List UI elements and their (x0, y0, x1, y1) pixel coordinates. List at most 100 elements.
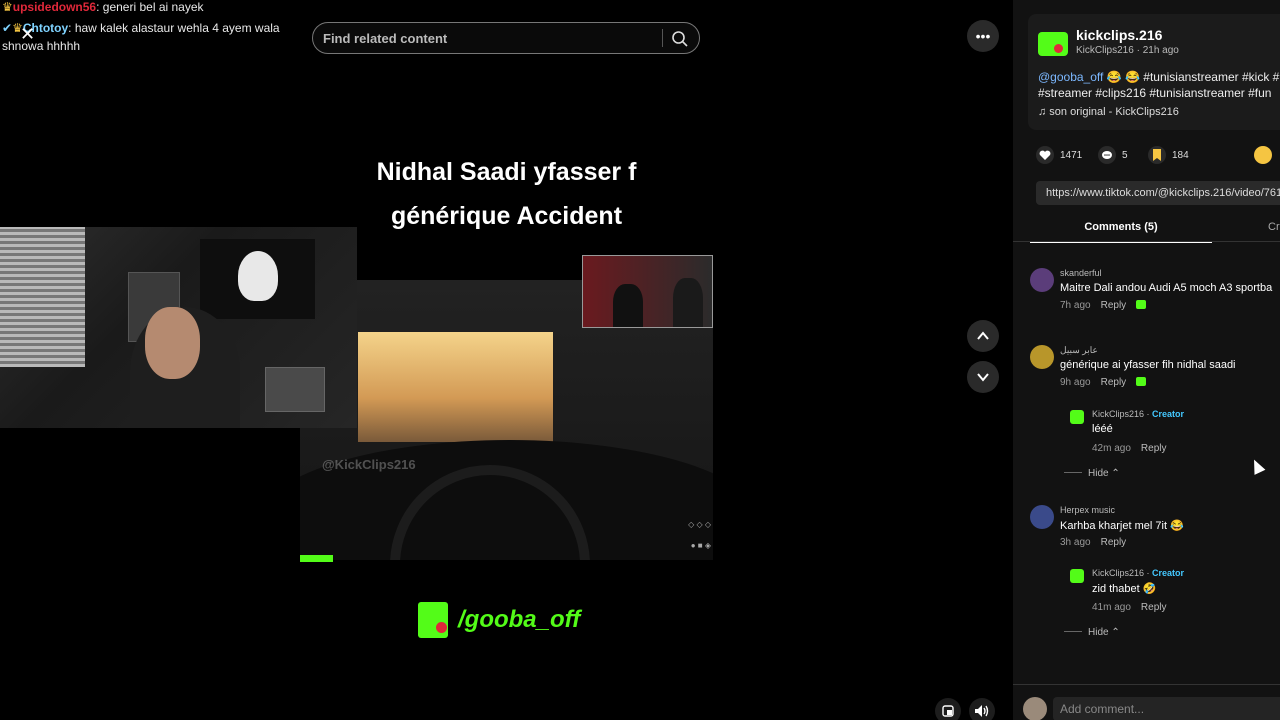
avatar[interactable] (1030, 345, 1054, 369)
comment-text: zid thabet 🤣 (1092, 583, 1157, 595)
person-silhouette (613, 284, 643, 327)
chat-text: : generi bel ai nayek (96, 0, 204, 14)
divider (1064, 631, 1082, 632)
picture-in-picture-icon (942, 705, 954, 717)
verified-icon: ✔ (2, 21, 13, 35)
hide-label: Hide ⌃ (1088, 627, 1120, 638)
streamer-face (145, 307, 200, 379)
pip-button[interactable] (935, 698, 961, 720)
post-username[interactable]: kickclips.216 (1076, 27, 1162, 43)
post-info-card: kickclips.216 KickClips216 · 21h ago @go… (1028, 14, 1280, 130)
avatar (1023, 697, 1047, 720)
comment-author[interactable]: KickClips216 · Creator (1092, 409, 1184, 419)
comment-meta: 41m ago Reply (1092, 602, 1167, 613)
kick-badge-icon (1136, 377, 1147, 386)
tab-creator-videos[interactable]: Cr (1268, 215, 1280, 239)
comment-text: générique ai yfasser fih nidhal saadi (1060, 359, 1236, 371)
hide-replies-button[interactable]: Hide ⌃ (1064, 627, 1120, 638)
more-options-button[interactable]: ••• (967, 20, 999, 52)
next-video-button[interactable] (967, 361, 999, 393)
comment-count: 5 (1122, 149, 1128, 161)
search-divider (662, 29, 663, 47)
volume-icon (975, 705, 989, 717)
chat-text: : haw kalek alastaur wehla 4 ayem wala (68, 21, 280, 35)
comment-time: 7h ago (1060, 300, 1091, 311)
comment-meta: 42m ago Reply (1092, 443, 1167, 454)
person-silhouette (673, 278, 703, 327)
comment-time: 42m ago (1092, 443, 1131, 454)
search-icon[interactable] (671, 30, 689, 48)
reply-button[interactable]: Reply (1101, 377, 1127, 388)
author-name: KickClips216 (1092, 568, 1145, 578)
video-overlay-icons: ◇ ◇ ◇ (688, 520, 711, 529)
comment-author[interactable]: KickClips216 · Creator (1092, 568, 1184, 578)
equipment-box (265, 367, 325, 412)
save-button[interactable]: 184 (1148, 146, 1189, 164)
kick-logo-icon (1038, 32, 1068, 56)
comment-time: 41m ago (1092, 602, 1131, 613)
panel-tabs: Comments (5) Cr (1030, 215, 1280, 243)
caption-line: Nidhal Saadi yfasser f (376, 158, 637, 186)
comment-button[interactable]: 5 (1098, 146, 1128, 164)
chat-text: shnowa hhhhh (2, 39, 81, 53)
kick-logo-icon[interactable] (1070, 410, 1084, 424)
copy-link-field[interactable]: https://www.tiktok.com/@kickclips.216/vi… (1036, 181, 1280, 205)
hide-replies-button[interactable]: Hide ⌃ (1064, 468, 1120, 479)
post-meta: KickClips216 · 21h ago (1076, 45, 1179, 56)
hashtag-list[interactable]: #tunisianstreamer #kick # (1143, 70, 1279, 84)
add-comment-bar (1013, 684, 1280, 720)
related-search (312, 22, 700, 54)
comment-time: 9h ago (1060, 377, 1091, 388)
like-count: 1471 (1060, 149, 1083, 161)
comment-author[interactable]: Herpex music (1060, 505, 1115, 515)
engagement-stats: 1471 5 184 (1036, 146, 1280, 166)
video-overlay-icons: ● ■ ◈ (690, 541, 711, 550)
reply-button[interactable]: Reply (1141, 602, 1167, 613)
car-windshield-view (358, 332, 553, 442)
window-blinds (0, 227, 85, 367)
music-link[interactable]: ♫ son original - KickClips216 (1038, 106, 1179, 118)
reply-button[interactable]: Reply (1101, 537, 1127, 548)
avatar[interactable] (1030, 268, 1054, 292)
kick-brand: /gooba_off (418, 600, 580, 640)
comment-meta: 7h ago Reply (1060, 300, 1147, 311)
hashtag-list[interactable]: #streamer #clips216 #tunisianstreamer #f… (1038, 86, 1271, 100)
chevron-up-icon (977, 331, 989, 340)
close-icon[interactable]: ✕ (20, 24, 35, 45)
author-name: KickClips216 (1092, 409, 1145, 419)
hide-label: Hide ⌃ (1088, 468, 1120, 479)
chat-message: ♛upsidedown56: generi bel ai nayek (2, 0, 204, 16)
mention-link[interactable]: @gooba_off (1038, 70, 1103, 84)
comment-author[interactable]: skanderful (1060, 268, 1102, 278)
volume-button[interactable] (969, 698, 995, 720)
comment-input[interactable] (1053, 697, 1280, 720)
like-button[interactable]: 1471 (1036, 146, 1082, 164)
webcam-feed (0, 227, 357, 428)
chat-username[interactable]: upsidedown56 (13, 0, 96, 14)
comment-text: lééé (1092, 423, 1113, 435)
share-button[interactable] (1254, 146, 1278, 164)
crown-icon: ♛ (2, 0, 13, 14)
tab-comments[interactable]: Comments (5) (1030, 215, 1212, 243)
kick-logo-icon (418, 602, 448, 638)
chat-message: ✔♛Chtotoy: haw kalek alastaur wehla 4 ay… (2, 19, 280, 55)
reply-button[interactable]: Reply (1141, 443, 1167, 454)
previous-video-button[interactable] (967, 320, 999, 352)
comment-text: Maitre Dali andou Audi A5 moch A3 sportb… (1060, 282, 1273, 294)
chevron-down-icon (977, 373, 989, 382)
video-player[interactable]: Nidhal Saadi yfasser f générique Acciden… (300, 0, 713, 720)
tab-divider (1013, 241, 1280, 242)
kick-badge-icon (1136, 300, 1147, 309)
bookmark-icon (1148, 146, 1166, 164)
comment-meta: 3h ago Reply (1060, 537, 1126, 548)
video-progress-bar[interactable] (300, 555, 334, 562)
save-count: 184 (1172, 149, 1189, 161)
reply-button[interactable]: Reply (1101, 300, 1127, 311)
kick-logo-icon[interactable] (1070, 569, 1084, 583)
comment-author[interactable]: عابر سبيل (1060, 345, 1098, 356)
search-input[interactable] (323, 23, 653, 53)
avatar[interactable] (1030, 505, 1054, 529)
share-icon (1254, 146, 1272, 164)
video-caption: Nidhal Saadi yfasser f générique Acciden… (300, 150, 713, 238)
skull-icon (238, 251, 278, 301)
